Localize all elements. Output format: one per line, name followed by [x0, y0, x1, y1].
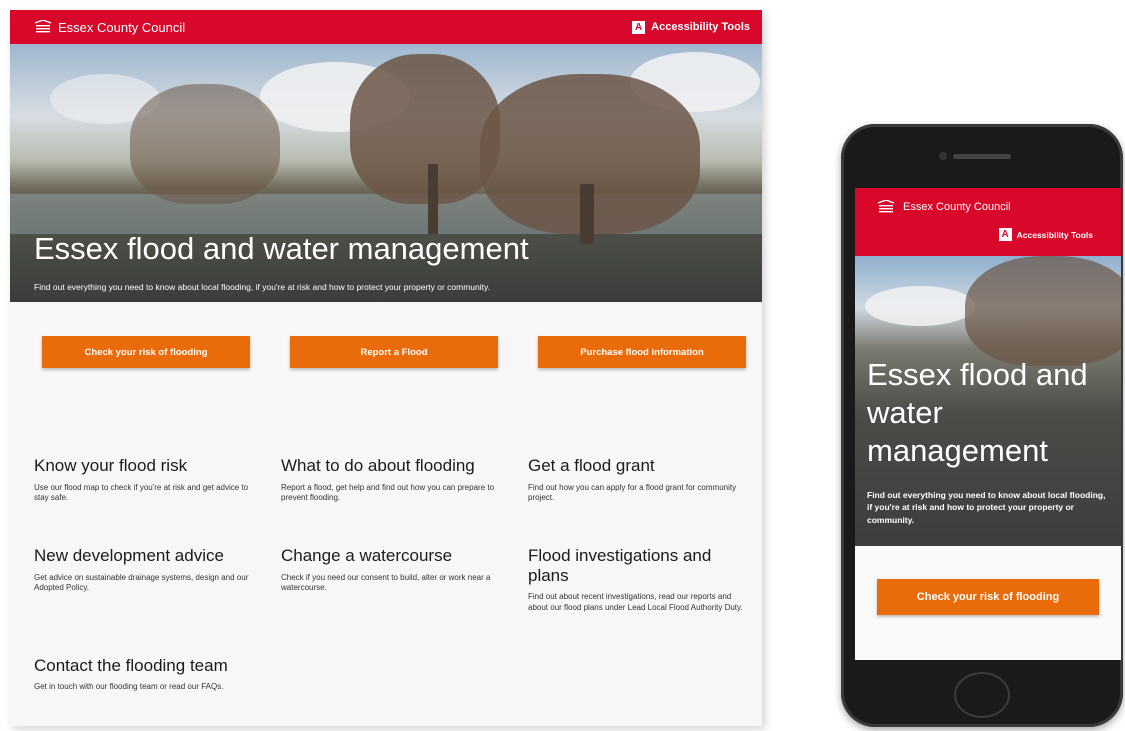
accessibility-tools-button[interactable]: A Accessibility Tools [632, 20, 750, 34]
council-logo-icon [34, 20, 52, 33]
accessibility-icon: A [998, 228, 1012, 241]
desktop-browser-mockup: Essex County Council A Accessibility Too… [10, 10, 762, 726]
phone-home-button[interactable] [954, 672, 1010, 718]
hero-title: Essex flood and water management [34, 231, 529, 266]
card-flood-grant[interactable]: Get a flood grant Find out how you can a… [528, 456, 754, 504]
card-text: Find out about recent investigations, re… [528, 592, 743, 613]
phone-speaker [953, 154, 1011, 159]
card-title[interactable]: New development advice [34, 546, 281, 566]
card-contact-team[interactable]: Contact the flooding team Get in touch w… [34, 656, 281, 693]
tree-shape [965, 256, 1121, 366]
mobile-site-header: Essex County Council A Accessibility Too… [855, 188, 1121, 256]
card-know-flood-risk[interactable]: Know your flood risk Use our flood map t… [34, 456, 281, 504]
tree-shape [130, 84, 280, 204]
card-title[interactable]: Get a flood grant [528, 456, 754, 476]
mobile-hero-title: Essex flood and water management [867, 357, 1088, 468]
tree-trunk-shape [428, 164, 438, 234]
card-title[interactable]: What to do about flooding [281, 456, 528, 476]
card-what-to-do[interactable]: What to do about flooding Report a flood… [281, 456, 528, 504]
card-title[interactable]: Change a watercourse [281, 546, 528, 566]
card-title[interactable]: Know your flood risk [34, 456, 281, 476]
mobile-accessibility-label: Accessibility Tools [1016, 229, 1093, 240]
card-text: Use our flood map to check if you're at … [34, 482, 249, 503]
card-title[interactable]: Contact the flooding team [34, 656, 281, 676]
mobile-brand-label: Essex County Council [903, 201, 1011, 213]
topic-cards: Know your flood risk Use our flood map t… [34, 456, 754, 693]
card-text: Check if you need our consent to build, … [281, 572, 491, 593]
tree-trunk-shape [580, 184, 594, 244]
phone-mockup: Essex County Council A Accessibility Too… [841, 124, 1123, 727]
accessibility-icon: A [632, 20, 646, 34]
card-text: Get advice on sustainable drainage syste… [34, 572, 249, 593]
mobile-council-brand-link[interactable]: Essex County Council [877, 200, 1011, 214]
card-text: Find out how you can apply for a flood g… [528, 482, 737, 503]
cloud-shape [865, 286, 975, 326]
card-title[interactable]: Flood investigations and plans [528, 546, 754, 585]
hero-subtitle: Find out everything you need to know abo… [34, 282, 490, 292]
mobile-hero-subtitle: Find out everything you need to know abo… [867, 490, 1106, 525]
report-flood-button[interactable]: Report a Flood [290, 336, 498, 368]
card-new-development[interactable]: New development advice Get advice on sus… [34, 546, 281, 614]
council-logo-icon [877, 200, 895, 213]
mobile-accessibility-tools-button[interactable]: A Accessibility Tools [998, 228, 1093, 241]
check-flood-risk-button[interactable]: Check your risk of flooding [42, 336, 250, 368]
primary-actions: Check your risk of flooding Report a Flo… [42, 336, 746, 368]
tree-shape [350, 54, 500, 204]
hero-banner: Essex flood and water management Find ou… [10, 44, 762, 302]
council-brand-link[interactable]: Essex County Council [34, 20, 185, 35]
purchase-flood-info-button[interactable]: Purchase flood information [538, 336, 746, 368]
accessibility-label: Accessibility Tools [651, 21, 750, 33]
brand-label: Essex County Council [58, 19, 186, 35]
phone-screen: Essex County Council A Accessibility Too… [855, 188, 1121, 660]
card-text: Get in touch with our flooding team or r… [34, 682, 224, 692]
phone-camera [939, 152, 947, 160]
card-text: Report a flood, get help and find out ho… [281, 482, 495, 503]
site-header: Essex County Council A Accessibility Too… [10, 10, 762, 44]
card-flood-investigations[interactable]: Flood investigations and plans Find out … [528, 546, 754, 614]
card-change-watercourse[interactable]: Change a watercourse Check if you need o… [281, 546, 528, 614]
mobile-check-flood-risk-button[interactable]: Check your risk of flooding [877, 579, 1099, 615]
mobile-hero-banner: Essex flood and water management Find ou… [855, 256, 1121, 546]
